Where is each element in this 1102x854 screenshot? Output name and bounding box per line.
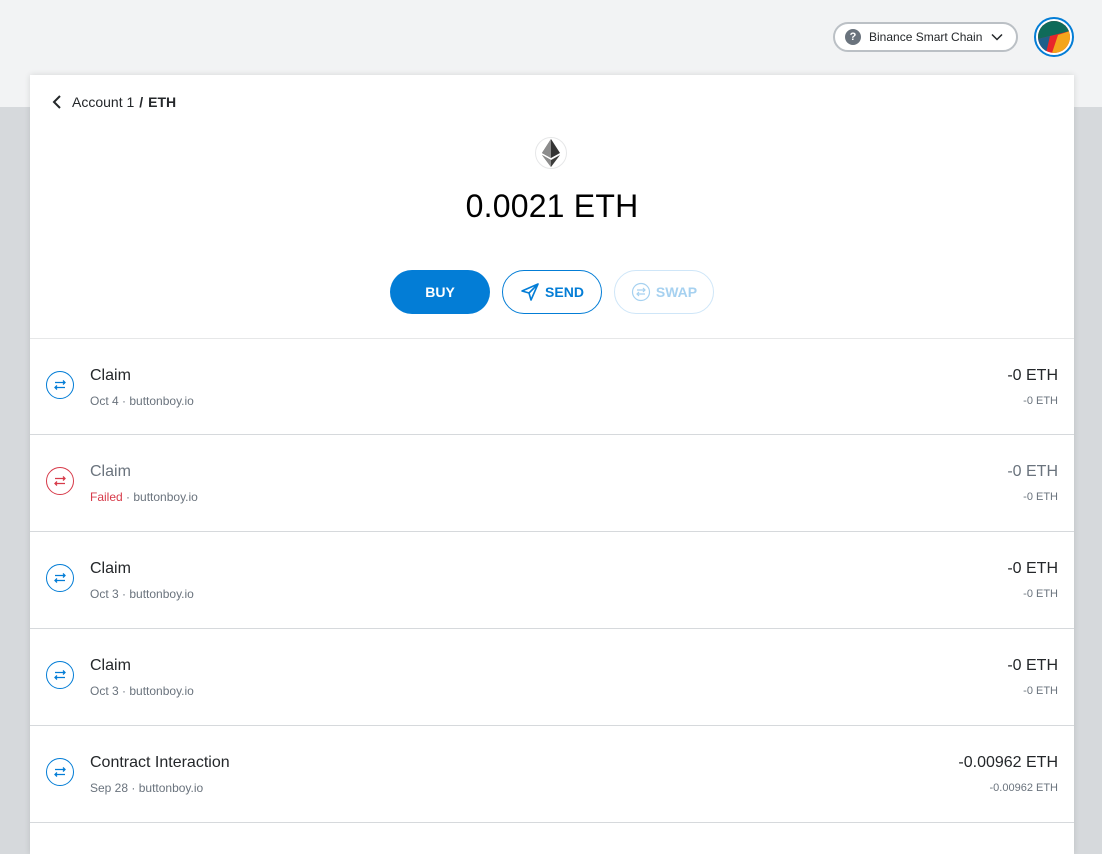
breadcrumb-account[interactable]: Account 1: [72, 94, 134, 110]
transaction-item[interactable]: Contract Interaction Sep 28 · buttonboy.…: [30, 726, 1074, 823]
transaction-origin: buttonboy.io: [129, 684, 194, 698]
transaction-secondary-amount: -0 ETH: [1023, 395, 1058, 407]
transaction-amount: -0 ETH: [1007, 560, 1058, 577]
transaction-status: Failed: [90, 490, 123, 504]
transaction-title: Claim: [90, 463, 131, 480]
transaction-subtitle: Oct 3 · buttonboy.io: [90, 684, 194, 698]
breadcrumb-separator: /: [139, 94, 144, 110]
chevron-down-icon: [990, 30, 1004, 47]
send-button[interactable]: SEND: [502, 270, 602, 314]
swap-button[interactable]: SWAP: [614, 270, 714, 314]
back-arrow-icon[interactable]: [52, 95, 62, 109]
transaction-subtitle: Oct 4 · buttonboy.io: [90, 394, 194, 408]
transaction-origin: buttonboy.io: [133, 490, 198, 504]
transaction-subtitle: Sep 28 · buttonboy.io: [90, 781, 204, 795]
transaction-item[interactable]: Claim Oct 3 · buttonboy.io -0 ETH -0 ETH: [30, 629, 1074, 726]
transaction-item[interactable]: Claim Oct 4 · buttonboy.io -0 ETH -0 ETH: [30, 338, 1074, 435]
buy-button[interactable]: BUY: [390, 270, 490, 314]
transaction-list: Claim Oct 4 · buttonboy.io -0 ETH -0 ETH…: [30, 338, 1074, 823]
swap-label: SWAP: [655, 284, 698, 300]
transaction-subtitle: Failed · buttonboy.io: [90, 490, 198, 504]
transaction-date: Oct 3: [90, 684, 119, 698]
swap-arrows-icon: [46, 467, 74, 495]
token-balance: 0.0021 ETH: [30, 188, 1074, 225]
transaction-secondary-amount: -0 ETH: [1023, 491, 1058, 503]
transaction-title: Claim: [90, 560, 131, 577]
transaction-origin: buttonboy.io: [129, 394, 194, 408]
transaction-amount: -0.00962 ETH: [958, 754, 1058, 771]
transaction-origin: buttonboy.io: [138, 781, 204, 795]
transaction-amount: -0 ETH: [1007, 463, 1058, 480]
network-label: Binance Smart Chain: [869, 30, 983, 44]
transaction-date: Sep 28: [90, 781, 129, 795]
transaction-secondary-amount: -0.00962 ETH: [989, 782, 1058, 794]
transaction-date: Oct 4: [90, 394, 119, 408]
transaction-amount: -0 ETH: [1007, 657, 1058, 674]
help-icon: ?: [845, 29, 861, 45]
transaction-item[interactable]: Claim Failed · buttonboy.io -0 ETH -0 ET…: [30, 435, 1074, 532]
balance-amount: 0.0021: [465, 188, 565, 224]
transaction-title: Claim: [90, 657, 131, 674]
eth-token-icon: [535, 137, 567, 169]
transaction-item[interactable]: Claim Oct 3 · buttonboy.io -0 ETH -0 ETH: [30, 532, 1074, 629]
asset-page: Account 1 / ETH 0.0021 ETH BUY SEND SWAP…: [30, 75, 1074, 854]
swap-icon: [631, 282, 650, 302]
swap-arrows-icon: [46, 661, 74, 689]
breadcrumb-token: ETH: [148, 94, 177, 110]
transaction-date: Oct 3: [90, 587, 119, 601]
breadcrumb: Account 1 / ETH: [52, 93, 176, 111]
account-avatar[interactable]: [1034, 17, 1074, 57]
balance-symbol: ETH: [573, 188, 639, 224]
action-buttons: BUY SEND SWAP: [390, 270, 715, 314]
swap-arrows-icon: [46, 371, 74, 399]
transaction-secondary-amount: -0 ETH: [1023, 685, 1058, 697]
transaction-title: Contract Interaction: [90, 754, 230, 771]
send-arrow-icon: [521, 283, 539, 301]
transaction-secondary-amount: -0 ETH: [1023, 588, 1058, 600]
transaction-subtitle: Oct 3 · buttonboy.io: [90, 587, 194, 601]
send-label: SEND: [545, 284, 584, 300]
buy-label: BUY: [425, 284, 455, 300]
transaction-amount: -0 ETH: [1007, 367, 1058, 384]
swap-arrows-icon: [46, 758, 74, 786]
swap-arrows-icon: [46, 564, 74, 592]
network-selector[interactable]: ? Binance Smart Chain: [833, 22, 1018, 52]
transaction-origin: buttonboy.io: [129, 587, 194, 601]
transaction-title: Claim: [90, 367, 131, 384]
